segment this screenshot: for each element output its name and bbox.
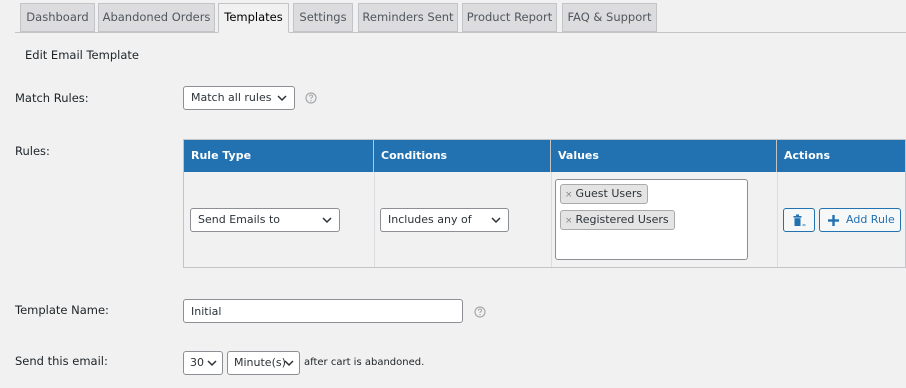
chevron-down-icon <box>277 95 287 102</box>
rule-type-value: Send Emails to <box>198 213 280 226</box>
value-tag: × Registered Users <box>560 210 675 230</box>
value-tag-label: Guest Users <box>575 187 643 200</box>
chevron-down-icon <box>491 217 501 224</box>
tab-templates[interactable]: Templates <box>218 3 289 33</box>
tab-abandoned-orders[interactable]: Abandoned Orders <box>98 3 215 32</box>
nav-tabs: Dashboard Abandoned Orders Templates Set… <box>0 0 906 33</box>
conditions-value: Includes any of <box>388 213 472 226</box>
add-rule-button[interactable]: Add Rule <box>819 208 901 232</box>
tab-faq-support[interactable]: FAQ & Support <box>562 3 657 32</box>
chevron-down-icon <box>207 360 217 367</box>
page-title: Edit Email Template <box>25 48 139 62</box>
template-name-label: Template Name: <box>15 303 109 317</box>
question-circle-icon[interactable] <box>474 306 486 318</box>
header-actions: Actions <box>784 149 830 162</box>
remove-tag-icon[interactable]: × <box>565 190 573 200</box>
match-rules-value: Match all rules <box>191 91 272 104</box>
tab-reminders-sent[interactable]: Reminders Sent <box>358 3 458 32</box>
value-tag-label: Registered Users <box>575 213 669 226</box>
tab-product-report[interactable]: Product Report <box>462 3 557 32</box>
header-values: Values <box>551 140 777 172</box>
trash-icon <box>793 214 806 226</box>
rules-table-header: Rule Type Conditions Values Actions <box>184 140 905 172</box>
plus-icon <box>828 215 839 226</box>
delay-amount-select[interactable]: 30 <box>183 351 223 375</box>
value-tag: × Guest Users <box>560 184 649 204</box>
column-divider <box>777 172 778 267</box>
delay-unit-value: Minute(s) <box>234 356 286 369</box>
template-name-input[interactable] <box>183 299 463 323</box>
rules-table: Rule Type Conditions Values Actions Send… <box>183 139 906 268</box>
values-multiselect[interactable]: × Guest Users × Registered Users <box>555 179 748 260</box>
delete-rule-button[interactable] <box>783 208 815 232</box>
conditions-select[interactable]: Includes any of <box>380 208 509 232</box>
column-divider <box>374 172 375 267</box>
chevron-down-icon <box>284 360 294 367</box>
match-rules-label: Match Rules: <box>15 91 89 105</box>
chevron-down-icon <box>322 217 332 224</box>
tabs-divider <box>15 32 906 33</box>
header-rule-type: Rule Type <box>184 140 374 172</box>
add-rule-label: Add Rule <box>846 213 895 226</box>
delay-unit-select[interactable]: Minute(s) <box>227 351 300 375</box>
remove-tag-icon[interactable]: × <box>565 216 573 226</box>
delay-suffix-text: after cart is abandoned. <box>304 357 425 368</box>
tab-settings[interactable]: Settings <box>293 3 353 32</box>
question-circle-icon[interactable] <box>305 92 317 104</box>
send-email-label: Send this email: <box>15 354 108 368</box>
tab-dashboard[interactable]: Dashboard <box>20 3 95 32</box>
delay-amount-value: 30 <box>190 356 204 369</box>
rule-type-select[interactable]: Send Emails to <box>190 208 340 232</box>
match-rules-select[interactable]: Match all rules <box>183 86 295 110</box>
column-divider <box>551 172 552 267</box>
rules-label: Rules: <box>15 144 50 158</box>
header-conditions: Conditions <box>374 140 551 172</box>
